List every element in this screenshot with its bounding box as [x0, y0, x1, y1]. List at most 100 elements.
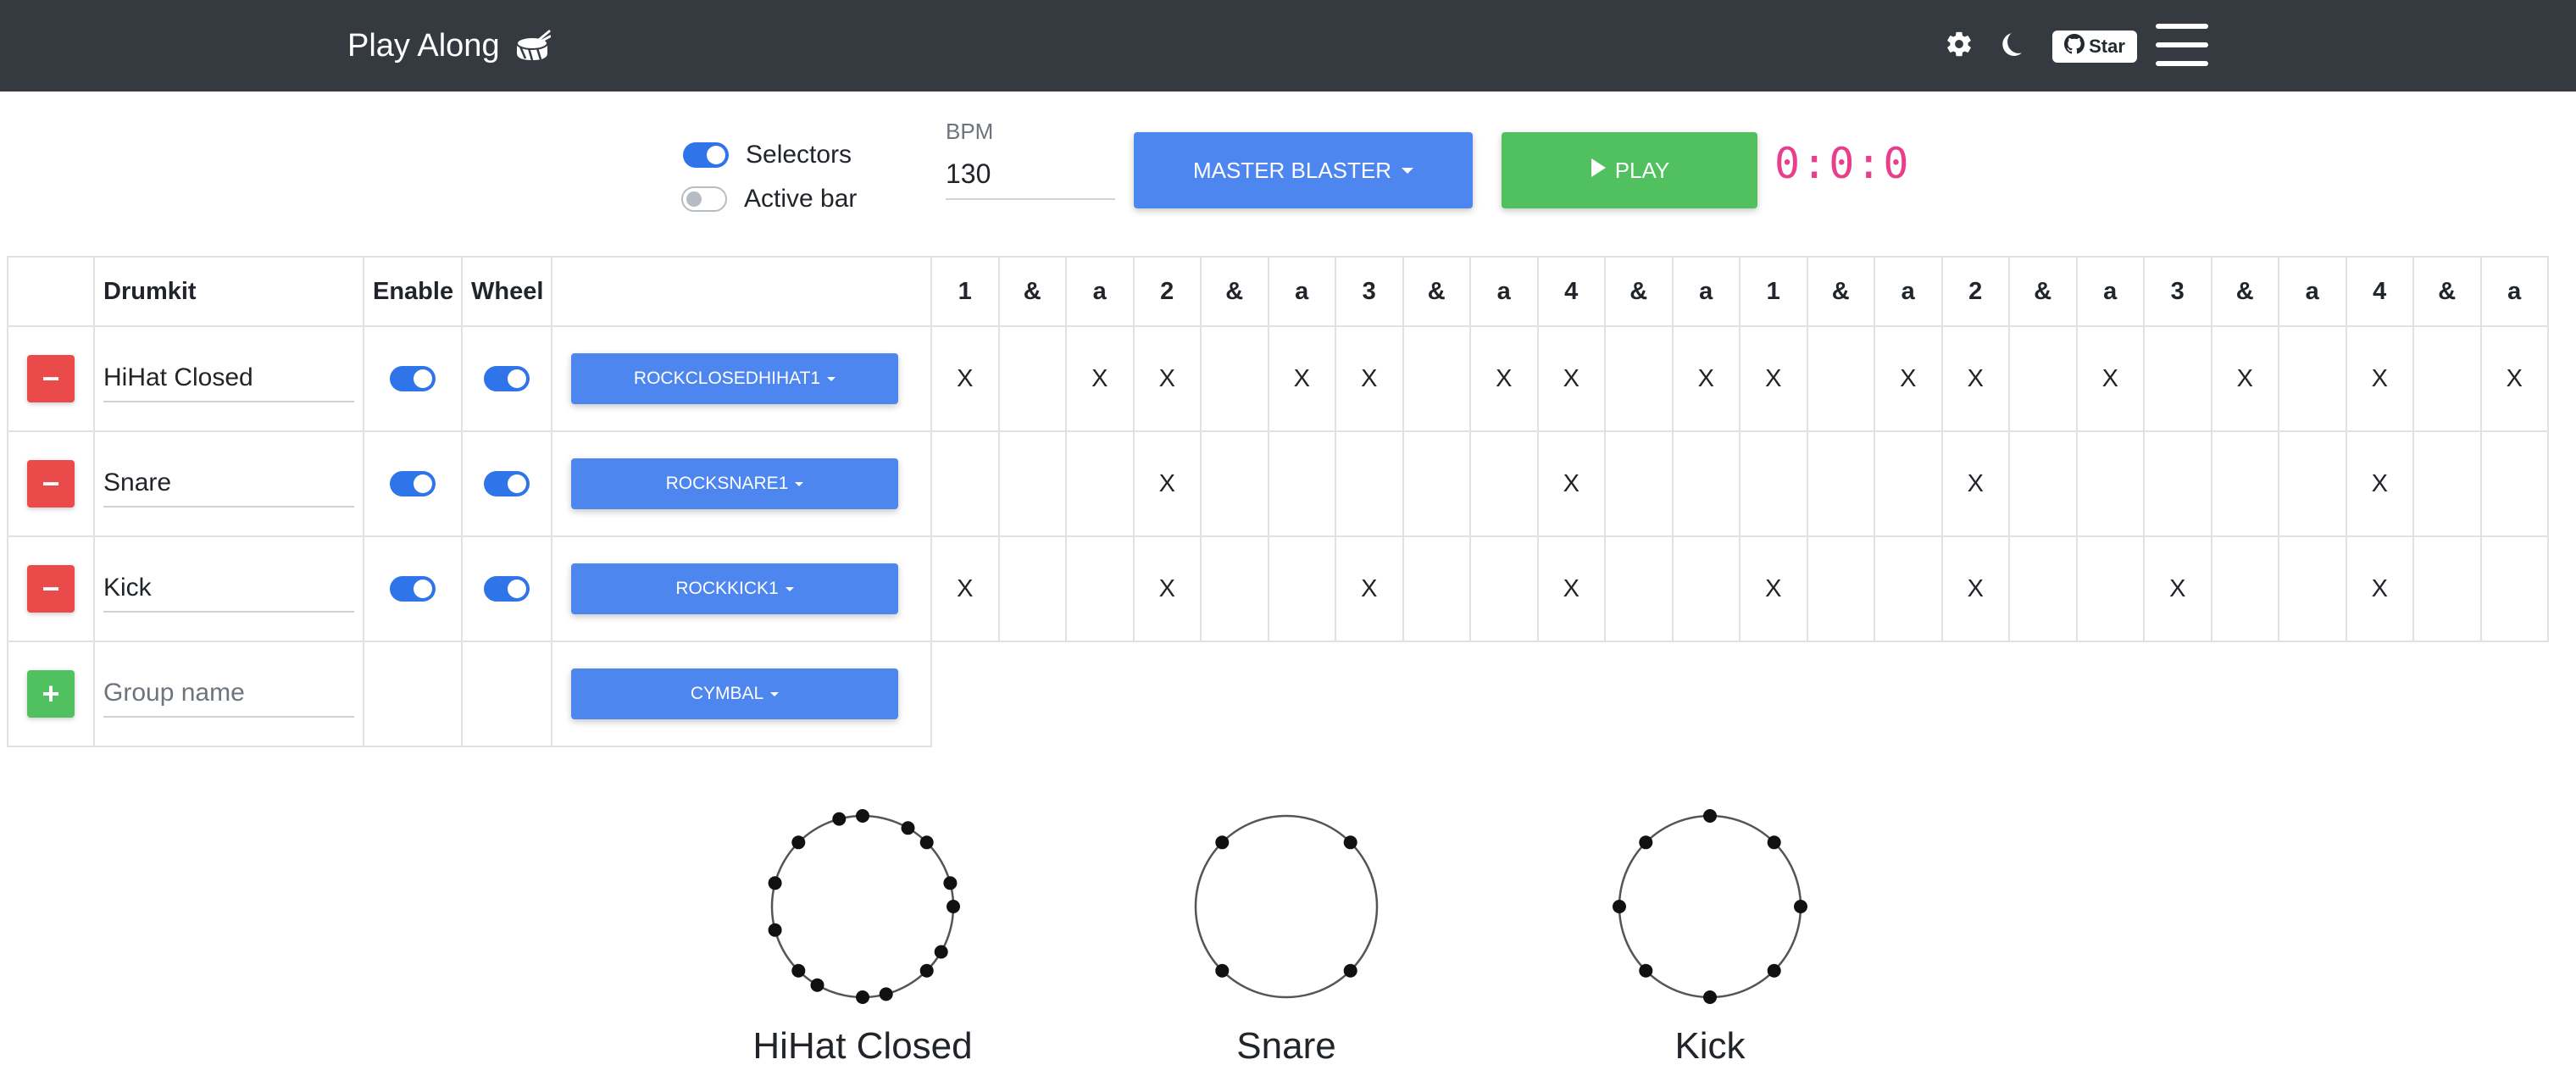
- step-cell[interactable]: X: [2210, 325, 2279, 432]
- step-cell[interactable]: X: [2345, 430, 2414, 537]
- remove-row-button[interactable]: −: [27, 460, 75, 507]
- step-cell[interactable]: [1065, 430, 1135, 537]
- step-cell[interactable]: X: [1536, 430, 1606, 537]
- step-cell[interactable]: [1335, 430, 1404, 537]
- step-cell[interactable]: X: [1132, 430, 1202, 537]
- step-cell[interactable]: [930, 430, 1000, 537]
- step-cell[interactable]: X: [1335, 325, 1404, 432]
- step-cell[interactable]: X: [1739, 325, 1808, 432]
- step-cell[interactable]: [2075, 535, 2145, 642]
- step-cell[interactable]: X: [2479, 325, 2549, 432]
- step-cell[interactable]: [1739, 430, 1808, 537]
- step-cell[interactable]: [2278, 535, 2347, 642]
- step-cell[interactable]: X: [1132, 325, 1202, 432]
- step-cell[interactable]: [1806, 535, 1875, 642]
- step-cell[interactable]: [1874, 535, 1943, 642]
- step-cell[interactable]: [1671, 535, 1740, 642]
- step-cell[interactable]: [2412, 325, 2482, 432]
- enable-toggle[interactable]: [390, 366, 436, 391]
- active-bar-toggle[interactable]: Active bar: [681, 185, 857, 214]
- instrument-name-input[interactable]: [103, 355, 354, 402]
- brand[interactable]: Play Along: [347, 0, 551, 92]
- step-cell[interactable]: [1267, 535, 1336, 642]
- drumkit-dropdown[interactable]: MASTER BLASTER: [1134, 132, 1473, 208]
- sound-dropdown[interactable]: ROCKKICK1: [571, 563, 898, 614]
- step-cell[interactable]: [2479, 430, 2549, 537]
- step-cell[interactable]: X: [930, 535, 1000, 642]
- moon-icon[interactable]: [1993, 25, 2027, 63]
- step-cell[interactable]: X: [1739, 535, 1808, 642]
- step-cell[interactable]: [1402, 535, 1471, 642]
- step-cell[interactable]: [1200, 430, 1269, 537]
- step-cell[interactable]: [2210, 535, 2279, 642]
- step-cell[interactable]: [2278, 430, 2347, 537]
- group-name-input[interactable]: [103, 670, 354, 718]
- step-cell[interactable]: X: [930, 325, 1000, 432]
- step-cell[interactable]: [1402, 430, 1471, 537]
- step-cell[interactable]: [2008, 325, 2078, 432]
- instrument-name-input[interactable]: [103, 565, 354, 613]
- remove-row-button[interactable]: −: [27, 355, 75, 402]
- step-cell[interactable]: X: [1536, 535, 1606, 642]
- step-cell[interactable]: [1469, 535, 1539, 642]
- step-cell[interactable]: X: [2345, 535, 2414, 642]
- step-cell[interactable]: [1065, 535, 1135, 642]
- step-cell[interactable]: [1200, 325, 1269, 432]
- step-cell[interactable]: [2412, 430, 2482, 537]
- step-cell[interactable]: X: [1267, 325, 1336, 432]
- add-group-button[interactable]: +: [27, 670, 75, 718]
- step-cell[interactable]: X: [1132, 535, 1202, 642]
- sound-dropdown[interactable]: ROCKSNARE1: [571, 458, 898, 509]
- step-cell[interactable]: [2278, 325, 2347, 432]
- step-cell[interactable]: [1469, 430, 1539, 537]
- gear-icon[interactable]: [1942, 25, 1976, 63]
- step-cell[interactable]: [2008, 535, 2078, 642]
- bpm-input[interactable]: [946, 149, 1115, 200]
- remove-row-button[interactable]: −: [27, 565, 75, 613]
- step-cell[interactable]: [997, 325, 1067, 432]
- play-button[interactable]: PLAY: [1502, 132, 1757, 208]
- step-cell[interactable]: [1671, 430, 1740, 537]
- step-cell[interactable]: X: [1940, 325, 2010, 432]
- step-cell[interactable]: [997, 535, 1067, 642]
- step-cell[interactable]: X: [2075, 325, 2145, 432]
- step-cell[interactable]: [2143, 430, 2212, 537]
- instrument-name-input[interactable]: [103, 460, 354, 507]
- selectors-toggle[interactable]: Selectors: [683, 141, 852, 169]
- step-cell[interactable]: [2008, 430, 2078, 537]
- step-cell[interactable]: [1604, 430, 1674, 537]
- step-cell[interactable]: [1200, 535, 1269, 642]
- step-cell[interactable]: X: [1335, 535, 1404, 642]
- step-cell[interactable]: [2412, 535, 2482, 642]
- step-cell[interactable]: [1874, 430, 1943, 537]
- step-cell[interactable]: X: [1874, 325, 1943, 432]
- wheel-toggle[interactable]: [484, 366, 530, 391]
- step-cell[interactable]: X: [1940, 535, 2010, 642]
- step-cell[interactable]: [997, 430, 1067, 537]
- step-cell[interactable]: X: [2345, 325, 2414, 432]
- hamburger-icon[interactable]: [2156, 24, 2208, 66]
- step-cell[interactable]: X: [1065, 325, 1135, 432]
- step-cell[interactable]: [1267, 430, 1336, 537]
- step-cell[interactable]: X: [1671, 325, 1740, 432]
- github-star-button[interactable]: Star: [2052, 31, 2137, 63]
- step-cell[interactable]: [2210, 430, 2279, 537]
- step-cell[interactable]: [1402, 325, 1471, 432]
- enable-toggle[interactable]: [390, 576, 436, 602]
- step-cell[interactable]: [2479, 535, 2549, 642]
- step-cell[interactable]: X: [1940, 430, 2010, 537]
- enable-toggle[interactable]: [390, 471, 436, 496]
- new-group-sound-dropdown[interactable]: CYMBAL: [571, 668, 898, 719]
- sound-dropdown[interactable]: ROCKCLOSEDHIHAT1: [571, 353, 898, 404]
- selectors-switch[interactable]: [683, 142, 729, 168]
- active-bar-switch[interactable]: [681, 186, 727, 212]
- wheel-toggle[interactable]: [484, 471, 530, 496]
- step-cell[interactable]: [1806, 430, 1875, 537]
- wheel-toggle[interactable]: [484, 576, 530, 602]
- step-cell[interactable]: [1604, 535, 1674, 642]
- step-cell[interactable]: [1806, 325, 1875, 432]
- step-cell[interactable]: [2143, 325, 2212, 432]
- step-cell[interactable]: X: [1469, 325, 1539, 432]
- step-cell[interactable]: X: [1536, 325, 1606, 432]
- step-cell[interactable]: [2075, 430, 2145, 537]
